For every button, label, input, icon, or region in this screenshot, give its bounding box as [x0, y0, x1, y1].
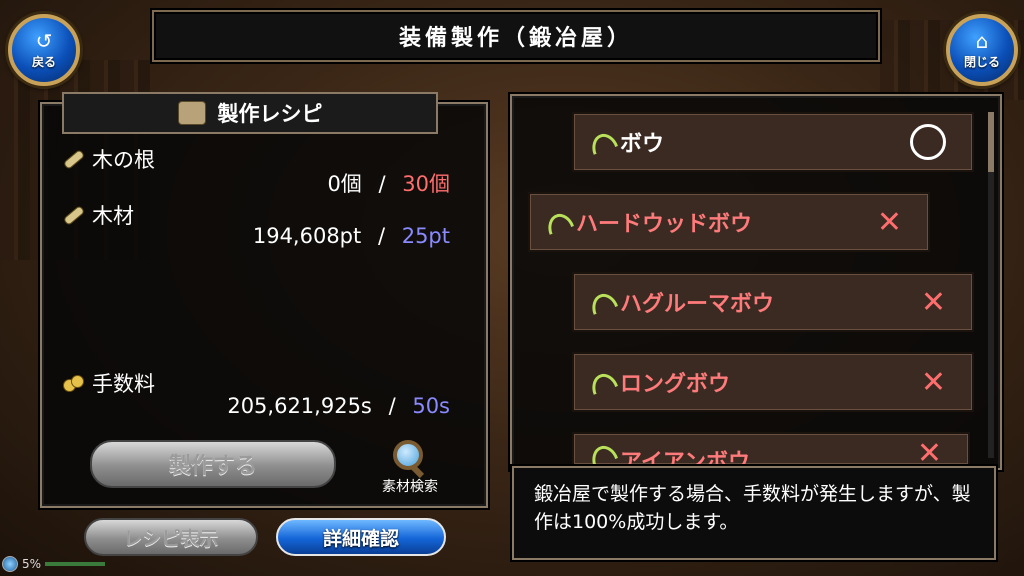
not-craftable-cross-icon: ✕: [876, 204, 902, 240]
recipe-box-icon: [177, 101, 206, 125]
material-qty-row: 0個 / 30個: [100, 168, 450, 196]
separator: /: [388, 394, 396, 418]
bow-icon: [588, 292, 612, 312]
separator: /: [377, 224, 386, 248]
bow-icon: [588, 372, 612, 392]
close-button-label: 閉じる: [963, 54, 1000, 69]
fee-have: 205,621,925s: [227, 394, 372, 418]
scrollbar-thumb[interactable]: [988, 112, 994, 172]
battery-level: 5%: [22, 557, 42, 571]
progress-bar: [45, 562, 106, 566]
lumber-icon: [62, 204, 84, 226]
page-title: 装備製作（鍛冶屋）: [152, 10, 880, 62]
material-search-label: 素材検索: [382, 479, 438, 495]
separator: /: [378, 172, 386, 196]
item-name: ボウ: [620, 132, 665, 157]
list-item[interactable]: ハードウッドボウ ✕: [528, 192, 930, 252]
list-item[interactable]: ハグルーマボウ ✕: [572, 272, 974, 332]
details-button[interactable]: 詳細確認: [276, 518, 446, 556]
magnifier-icon: [393, 440, 423, 470]
bow-icon: [544, 212, 568, 232]
item-list-scrollbar[interactable]: [988, 112, 994, 458]
home-icon: ⌂: [975, 28, 989, 53]
back-button[interactable]: ↺ 戻る: [8, 14, 80, 86]
fee-need: 50s: [412, 394, 450, 418]
item-name: アイアンボウ: [620, 450, 751, 466]
not-craftable-cross-icon: ✕: [920, 364, 946, 400]
wood-root-icon: [62, 148, 84, 170]
craft-button[interactable]: 製作する: [90, 440, 336, 488]
bow-icon: [588, 444, 612, 464]
not-craftable-cross-icon: ✕: [916, 436, 942, 466]
material-need: 30個: [402, 172, 450, 196]
item-name: ハグルーマボウ: [620, 292, 775, 317]
item-name: ハードウッドボウ: [576, 212, 753, 237]
craftable-circle-icon: [910, 124, 946, 160]
return-arrow-icon: ↺: [35, 28, 53, 53]
item-name: ロングボウ: [620, 372, 731, 397]
material-have: 194,608pt: [252, 224, 362, 248]
fee-qty-row: 205,621,925s / 50s: [100, 394, 450, 422]
list-item[interactable]: アイアンボウ ✕: [572, 432, 970, 466]
material-search-button[interactable]: 素材検索: [370, 440, 450, 500]
recipe-header: 製作レシピ: [62, 92, 438, 134]
material-need: 25pt: [401, 224, 450, 248]
close-button[interactable]: ⌂ 閉じる: [946, 14, 1018, 86]
info-message: 鍛冶屋で製作する場合、手数料が発生しますが、製作は100%成功します。: [512, 466, 996, 560]
material-qty-row: 194,608pt / 25pt: [100, 224, 450, 252]
bow-icon: [588, 132, 612, 152]
battery-icon: [2, 556, 18, 572]
list-item[interactable]: ボウ: [572, 112, 974, 172]
back-button-label: 戻る: [31, 54, 56, 69]
list-item[interactable]: ロングボウ ✕: [572, 352, 974, 412]
not-craftable-cross-icon: ✕: [920, 284, 946, 320]
coins-icon: [62, 372, 84, 394]
recipe-title: 製作レシピ: [217, 102, 323, 126]
recipe-view-button[interactable]: レシピ表示: [84, 518, 258, 556]
material-have: 0個: [327, 172, 362, 196]
status-bar: 5%: [2, 556, 106, 572]
